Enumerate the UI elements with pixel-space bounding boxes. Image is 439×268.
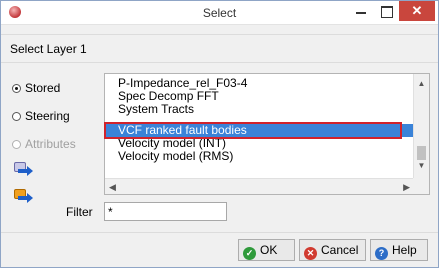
check-icon: ✓: [243, 247, 256, 260]
list-item[interactable]: Velocity model (RMS): [118, 150, 233, 163]
filter-input[interactable]: [104, 202, 227, 221]
scroll-right-icon[interactable]: ▶: [403, 182, 410, 193]
scroll-left-icon[interactable]: ◀: [109, 182, 116, 193]
maximize-button[interactable]: [374, 1, 398, 21]
footer-divider: [1, 232, 438, 233]
ok-button-label: OK: [260, 243, 278, 257]
select-sequence-icon[interactable]: [13, 161, 33, 179]
vertical-scrollbar[interactable]: ▲ ▼: [413, 74, 429, 178]
minimize-button[interactable]: [348, 1, 374, 21]
arrow-right-icon: [18, 193, 33, 203]
ok-button[interactable]: ✓ OK: [238, 239, 295, 261]
scroll-down-icon[interactable]: ▼: [417, 162, 426, 170]
stored-radio-label: Stored: [25, 81, 61, 95]
dialog-heading: Select Layer 1: [10, 42, 87, 56]
heading-band: Select Layer 1: [1, 34, 438, 63]
help-button-label: Help: [392, 243, 417, 257]
help-icon: ?: [375, 247, 388, 260]
steering-radio-label: Steering: [25, 109, 70, 123]
select-other-icon[interactable]: [13, 188, 33, 206]
stored-radio[interactable]: Stored: [12, 81, 60, 95]
scroll-thumb[interactable]: [417, 146, 426, 160]
cancel-button-label: Cancel: [321, 243, 359, 257]
scroll-up-icon[interactable]: ▲: [417, 80, 426, 88]
radio-dot: [12, 84, 21, 93]
select-dialog: Select ✕ Select Layer 1 Stored Steering …: [0, 0, 439, 268]
close-button[interactable]: ✕: [399, 1, 435, 21]
filter-label: Filter: [66, 205, 93, 219]
radio-dot: [12, 112, 21, 121]
radio-dot: [12, 140, 21, 149]
cancel-icon: ✕: [304, 247, 317, 260]
attributes-radio: Attributes: [12, 137, 76, 151]
arrow-right-icon: [18, 166, 33, 176]
help-button[interactable]: ? Help: [370, 239, 428, 261]
title-bar: Select ✕: [1, 1, 438, 25]
steering-radio[interactable]: Steering: [12, 109, 70, 123]
horizontal-scrollbar[interactable]: ◀ ▶: [105, 178, 414, 194]
scroll-corner: [413, 178, 429, 194]
attributes-radio-label: Attributes: [25, 137, 76, 151]
cancel-button[interactable]: ✕ Cancel: [299, 239, 366, 261]
selection-highlight-frame: [104, 122, 402, 139]
list-item[interactable]: System Tracts: [118, 103, 194, 116]
